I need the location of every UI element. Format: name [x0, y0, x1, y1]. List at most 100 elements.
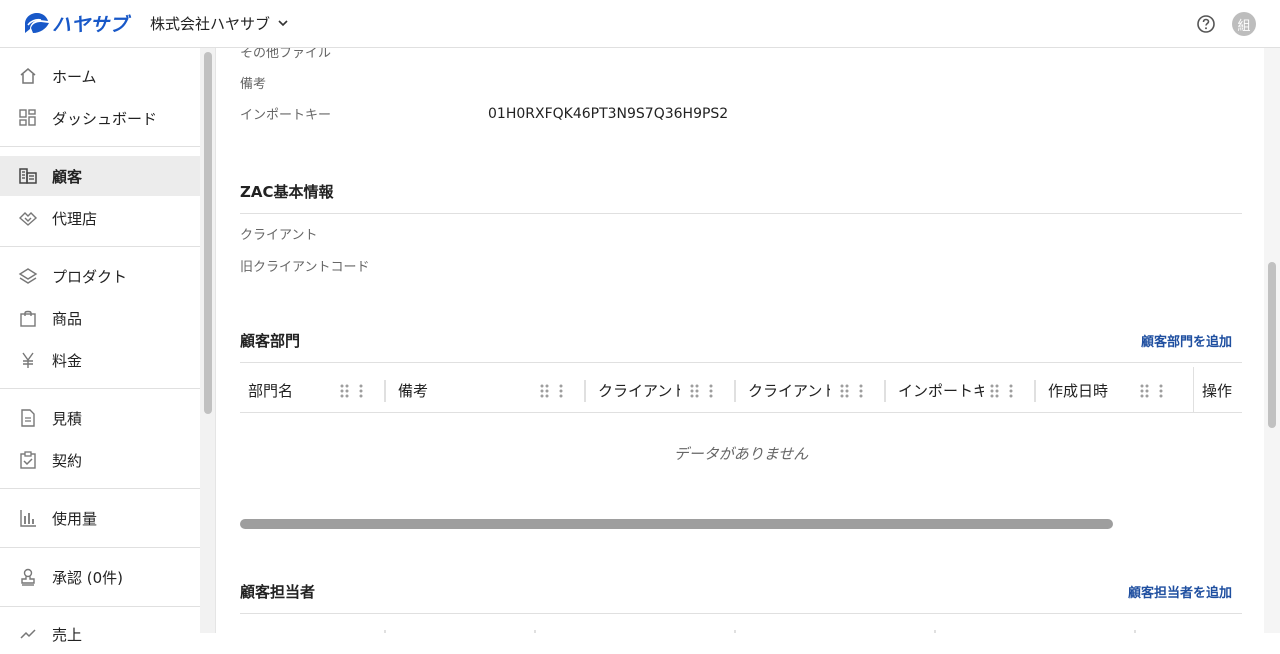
column-header-label: 作成日時 [1048, 381, 1109, 400]
dashboard-icon [18, 108, 38, 128]
sidebar-item-estimate[interactable]: 見積 [0, 398, 200, 438]
sidebar-item-goods[interactable]: 商品 [0, 298, 200, 338]
table-horizontal-scrollbar[interactable] [240, 519, 1113, 529]
logo-text: ハヤサブ [52, 14, 129, 36]
sidebar-item-home[interactable]: ホーム [0, 56, 200, 96]
main-scrollbar-thumb[interactable] [1268, 262, 1276, 428]
customer-icon [18, 166, 38, 186]
section-title-contacts: 顧客担当者 [240, 583, 316, 601]
sidebar-item-label: 使用量 [52, 509, 98, 528]
agency-icon [18, 208, 38, 228]
sidebar-nav: ホーム ダッシュボード 顧客 代理店 プロダクト 商品 料金 見積 契約 使用量… [0, 48, 200, 644]
column-header-label: クライアント [748, 381, 830, 400]
column-separator[interactable] [384, 380, 386, 402]
sidebar-item-label: 売上 [52, 625, 83, 644]
column-header-label: 部門名 [248, 381, 294, 400]
clipboard-check-icon [18, 450, 38, 470]
sidebar-item-label: 商品 [52, 309, 83, 328]
column-header-label: インポートキー [898, 381, 984, 400]
brand-logo[interactable]: ハヤサブ [22, 10, 128, 37]
sidebar-divider [0, 606, 200, 607]
column-separator[interactable] [584, 380, 586, 402]
company-switcher[interactable]: 株式会社ハヤサブ [150, 13, 288, 34]
drag-handle-icon[interactable] [338, 384, 368, 398]
column-separator[interactable] [734, 380, 736, 402]
sidebar-item-label: プロダクト [52, 267, 128, 286]
column-header-label: 操作 [1202, 381, 1233, 400]
column-header-actions[interactable]: 操作 [1194, 367, 1242, 413]
sidebar-item-approval[interactable]: 承認 (0件) [0, 557, 200, 597]
sidebar-item-label: 顧客 [52, 167, 83, 186]
document-icon [18, 408, 38, 428]
column-header-department-name[interactable]: 部門名 [240, 367, 386, 413]
contacts-table-header [240, 618, 1242, 633]
stamp-icon [18, 567, 38, 587]
sidebar-item-label: 見積 [52, 409, 83, 428]
sidebar-divider [0, 547, 200, 548]
sidebar-item-sales[interactable]: 売上 [0, 614, 200, 654]
avatar[interactable]: 組 [1232, 12, 1256, 36]
sidebar-item-product[interactable]: プロダクト [0, 256, 200, 296]
section-divider [240, 362, 1242, 363]
column-header-import-key[interactable]: インポートキー [890, 367, 1036, 413]
sidebar-divider [0, 388, 200, 389]
chevron-down-icon [278, 20, 288, 27]
field-label-notes: 備考 [240, 77, 267, 92]
top-header: ハヤサブ 株式会社ハヤサブ 組 [0, 0, 1280, 48]
drag-handle-icon[interactable] [1138, 384, 1168, 398]
section-title-zac: ZAC基本情報 [240, 183, 334, 201]
sidebar-item-label: 承認 (0件) [52, 568, 124, 587]
column-header-notes[interactable]: 備考 [390, 367, 586, 413]
falcon-logo-icon [25, 12, 49, 33]
help-icon[interactable] [1196, 14, 1216, 34]
company-name: 株式会社ハヤサブ [150, 15, 271, 33]
main-scrollbar[interactable] [1264, 48, 1280, 633]
field-label-old-client-code: 旧クライアントコード [240, 260, 370, 275]
sidebar-divider [0, 488, 200, 489]
bag-icon [18, 308, 38, 328]
column-header-client-2[interactable]: クライアント [740, 367, 886, 413]
sidebar-divider [0, 246, 200, 247]
field-label-client: クライアント [240, 228, 318, 243]
bar-chart-icon [18, 508, 38, 528]
sidebar-divider [0, 146, 200, 147]
sidebar-item-agency[interactable]: 代理店 [0, 198, 200, 238]
section-divider [240, 613, 1242, 614]
column-header-client[interactable]: クライアント [590, 367, 736, 413]
add-department-link[interactable]: 顧客部門を追加 [1141, 331, 1232, 350]
sidebar-item-label: ダッシュボード [52, 109, 158, 128]
sidebar-item-dashboard[interactable]: ダッシュボード [0, 98, 200, 138]
section-title-departments: 顧客部門 [240, 332, 301, 350]
sidebar-item-contract[interactable]: 契約 [0, 440, 200, 480]
sidebar-item-price[interactable]: 料金 [0, 340, 200, 380]
column-header-created-at[interactable]: 作成日時 [1040, 367, 1194, 413]
drag-handle-icon[interactable] [988, 384, 1018, 398]
field-value-import-key: 01H0RXFQK46PT3N9S7Q36H9PS2 [488, 106, 729, 122]
sidebar-item-customer[interactable]: 顧客 [0, 156, 200, 196]
sidebar-item-usage[interactable]: 使用量 [0, 498, 200, 538]
field-label-other-files: その他ファイル [240, 48, 332, 61]
departments-table: 部門名 備考 クライアント クライアント インポートキー [240, 367, 1242, 527]
sales-icon [18, 624, 38, 644]
sidebar-item-label: 料金 [52, 351, 83, 370]
layers-icon [18, 266, 38, 286]
sidebar-scrollbar-thumb[interactable] [204, 52, 212, 414]
field-label-import-key: インポートキー [240, 108, 332, 123]
sidebar-item-label: 代理店 [52, 209, 98, 228]
drag-handle-icon[interactable] [838, 384, 868, 398]
table-header: 部門名 備考 クライアント クライアント インポートキー [240, 367, 1242, 413]
column-separator[interactable] [884, 380, 886, 402]
drag-handle-icon[interactable] [688, 384, 718, 398]
yen-icon [18, 350, 38, 370]
sidebar-scrollbar[interactable] [200, 48, 216, 633]
column-separator[interactable] [1034, 380, 1036, 402]
add-contact-link[interactable]: 顧客担当者を追加 [1128, 582, 1232, 601]
drag-handle-icon[interactable] [538, 384, 568, 398]
sidebar-item-label: ホーム [52, 67, 97, 86]
customer-detail-panel: その他ファイル 備考 インポートキー 01H0RXFQK46PT3N9S7Q36… [216, 48, 1264, 633]
section-divider [240, 213, 1242, 214]
home-icon [18, 66, 38, 86]
column-header-label: 備考 [398, 381, 429, 400]
empty-state-text: データがありません [673, 445, 809, 463]
column-header-label: クライアント [598, 381, 680, 400]
